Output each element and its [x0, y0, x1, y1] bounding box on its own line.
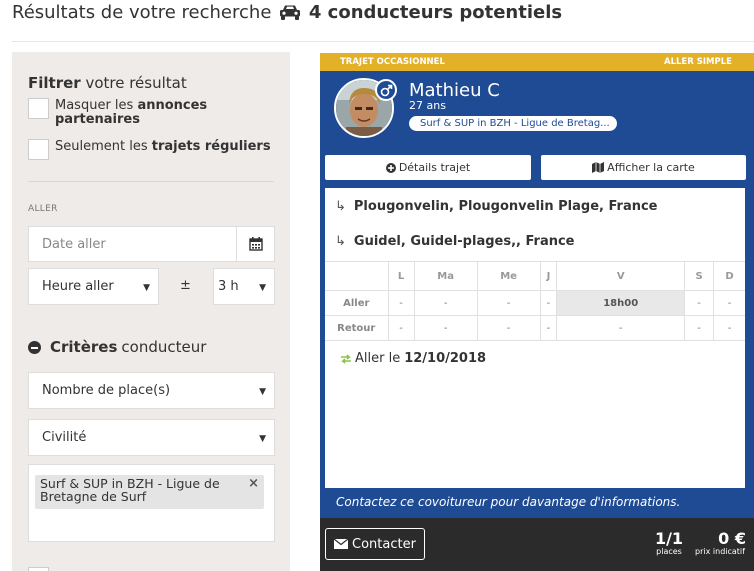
criteria-toggle[interactable]: Critères conducteur [28, 338, 206, 356]
regular-trips-checkbox[interactable] [28, 139, 49, 160]
date-aller-input[interactable]: Date aller [28, 226, 275, 262]
schedule-cell: - [413, 315, 478, 341]
male-gender-icon [375, 79, 397, 101]
row-label: Aller [325, 290, 389, 316]
route-arrow-icon: ↳ [335, 199, 346, 214]
schedule-cell: - [684, 315, 715, 341]
heure-aller-select[interactable]: Heure aller ▼ [28, 268, 159, 305]
day-header: D [713, 261, 745, 291]
chevron-down-icon: ▼ [143, 282, 150, 293]
trip-type-badge: TRAJET OCCASIONNEL [340, 57, 445, 67]
schedule-cell: - [476, 315, 541, 341]
car-icon [279, 4, 301, 25]
departure-date: Aller le 12/10/2018 [340, 351, 486, 366]
schedule-cell: - [387, 290, 415, 316]
schedule-cell: - [387, 315, 415, 341]
driver-group-badge: Surf & SUP in BZH - Ligue de Bretag... [409, 116, 617, 131]
tolerance-select[interactable]: 3 h ▼ [213, 268, 275, 305]
contact-button[interactable]: Contacter [325, 528, 425, 560]
schedule-cell: 18h00 [556, 290, 686, 316]
result-card: TRAJET OCCASIONNEL ALLER SIMPLE Mathieu … [320, 53, 754, 571]
schedule-cell: - [713, 315, 745, 341]
schedule-cell: - [713, 290, 745, 316]
title-divider [12, 41, 754, 42]
seats-available: 1/1 places [654, 529, 684, 556]
day-header: Me [476, 261, 541, 291]
sidebar-divider [28, 181, 274, 182]
contact-hint: Contactez ce covoitureur pour davantage … [336, 495, 681, 509]
schedule-cell: - [539, 315, 558, 341]
day-header: Ma [413, 261, 478, 291]
weekly-schedule-table: L Ma Me J V S D Aller - - - - 18h00 - - … [325, 261, 745, 341]
trip-info-panel: ↳ Plougonvelin, Plougonvelin Plage, Franc… [325, 188, 745, 488]
schedule-cell: - [413, 290, 478, 316]
filter-sidebar: Filtrer votre résultat Masquer les annon… [12, 52, 290, 571]
plus-minus-label: ± [180, 278, 191, 293]
hide-partner-ads-option[interactable]: Masquer les annonces partenaires [28, 98, 215, 127]
title-count: 4 conducteurs potentiels [308, 2, 563, 23]
trip-details-button[interactable]: Détails trajet [325, 155, 531, 180]
chevron-down-icon: ▼ [259, 433, 266, 444]
schedule-row-retour: Retour - - - - - - - [325, 315, 745, 341]
group-tag-input[interactable]: Surf & SUP in BZH - Ligue de Bretagne de… [28, 464, 275, 542]
group-tag: Surf & SUP in BZH - Ligue de Bretagne de… [35, 475, 264, 509]
chevron-down-icon: ▼ [259, 282, 266, 293]
regular-trips-option[interactable]: Seulement les trajets réguliers [28, 139, 271, 160]
hide-partner-ads-checkbox[interactable] [28, 98, 49, 119]
calendar-icon[interactable] [236, 227, 274, 261]
swap-arrows-icon [341, 353, 351, 364]
partial-checkbox[interactable] [28, 567, 49, 571]
envelope-icon [334, 539, 349, 549]
day-header: V [556, 261, 686, 291]
schedule-cell: - [476, 290, 541, 316]
route-origin: ↳ Plougonvelin, Plougonvelin Plage, Franc… [335, 199, 658, 214]
minus-circle-icon [28, 340, 41, 354]
driver-age: 27 ans [409, 99, 446, 112]
price: 0 € prix indicatif [695, 529, 746, 556]
schedule-cell: - [539, 290, 558, 316]
row-label: Retour [325, 315, 389, 341]
page-title: Résultats de votre recherche 4 conducteu… [12, 2, 562, 25]
schedule-cell: - [556, 315, 686, 341]
card-footer: Contacter 1/1 places 0 € prix indicatif [320, 518, 754, 571]
card-header-bar: TRAJET OCCASIONNEL ALLER SIMPLE [320, 53, 754, 71]
aller-section-label: ALLER [28, 204, 58, 214]
civility-select[interactable]: Civilité ▼ [28, 419, 275, 456]
day-header: L [387, 261, 415, 291]
show-map-button[interactable]: Afficher la carte [541, 155, 746, 180]
map-icon [592, 162, 605, 173]
hide-partner-ads-label: Masquer les annonces partenaires [55, 98, 208, 127]
schedule-cell: - [684, 290, 715, 316]
day-header: J [539, 261, 558, 291]
regular-trips-label: Seulement les trajets réguliers [55, 139, 271, 154]
title-prefix: Résultats de votre recherche [12, 2, 272, 23]
day-header: S [684, 261, 715, 291]
filter-heading: Filtrer votre résultat [28, 74, 187, 92]
schedule-header-row: L Ma Me J V S D [325, 261, 745, 291]
route-destination: ↳ Guidel, Guidel-plages,, France [335, 234, 575, 249]
route-arrow-icon: ↳ [335, 234, 346, 249]
driver-name: Mathieu C [409, 80, 500, 101]
seats-select[interactable]: Nombre de place(s) ▼ [28, 372, 275, 409]
trip-direction-badge: ALLER SIMPLE [664, 57, 732, 67]
remove-tag-icon[interactable]: × [248, 477, 259, 490]
schedule-row-aller: Aller - - - - 18h00 - - [325, 290, 745, 316]
chevron-down-icon: ▼ [259, 386, 266, 397]
plus-circle-icon [385, 162, 396, 173]
